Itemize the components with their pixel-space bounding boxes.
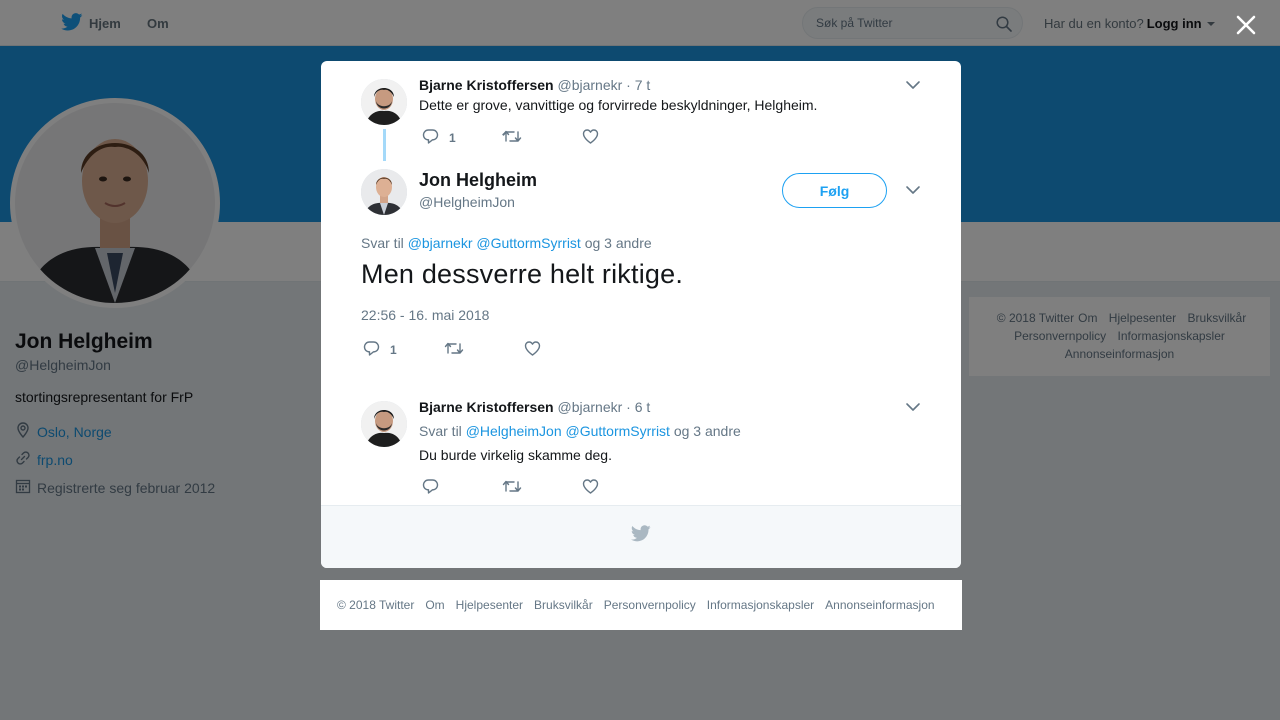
like-button[interactable] xyxy=(582,478,599,498)
footer-link-about[interactable]: Om xyxy=(425,598,444,612)
reply-button[interactable]: 1 xyxy=(363,340,444,360)
retweet-icon xyxy=(502,478,522,498)
footer-link-cookies[interactable]: Informasjonskapsler xyxy=(707,598,814,612)
retweet-icon xyxy=(444,340,464,360)
main-tweet-actions: 1 xyxy=(363,340,541,360)
parent-tweet-header: Bjarne Kristoffersen @bjarnekr · 7 t xyxy=(419,77,650,93)
reply-count: 1 xyxy=(449,131,456,145)
main-tweet-text: Men dessverre helt riktige. xyxy=(361,259,684,289)
reply-tweet-replying-to: Svar til @HelgheimJon @GuttormSyrrist og… xyxy=(419,423,741,439)
heart-icon xyxy=(524,340,541,360)
retweet-button[interactable] xyxy=(502,128,582,148)
modal-bottom-bar xyxy=(321,505,961,568)
parent-tweet-author-name[interactable]: Bjarne Kristoffersen xyxy=(419,77,554,93)
chevron-down-icon[interactable] xyxy=(905,182,921,198)
parent-tweet-time[interactable]: · 7 t xyxy=(626,77,650,93)
reply-mention-link[interactable]: @GuttormSyrrist xyxy=(566,423,670,439)
reply-count: 1 xyxy=(390,343,397,357)
footer-link-help[interactable]: Hjelpesenter xyxy=(456,598,523,612)
retweet-icon xyxy=(502,128,522,148)
reply-icon xyxy=(363,340,380,360)
reply-tweet-header: Bjarne Kristoffersen @bjarnekr · 6 t xyxy=(419,399,650,415)
footer-link-ads[interactable]: Annonseinformasjon xyxy=(825,598,934,612)
tweet-modal: Bjarne Kristoffersen @bjarnekr · 7 t Det… xyxy=(321,61,961,568)
reply-tweet-author-name[interactable]: Bjarne Kristoffersen xyxy=(419,399,554,415)
modal-footer: © 2018 Twitter Om Hjelpesenter Bruksvilk… xyxy=(320,580,962,630)
replying-prefix: Svar til xyxy=(419,423,462,439)
follow-button[interactable]: Følg xyxy=(782,173,887,208)
footer-link-privacy[interactable]: Personvernpolicy xyxy=(604,598,696,612)
main-tweet-timestamp[interactable]: 22:56 - 16. mai 2018 xyxy=(361,307,489,323)
chevron-down-icon[interactable] xyxy=(905,77,921,93)
replying-prefix: Svar til xyxy=(361,235,404,251)
reply-tweet-avatar[interactable] xyxy=(361,401,407,447)
parent-tweet-avatar[interactable] xyxy=(361,79,407,125)
parent-tweet-author-handle[interactable]: @bjarnekr xyxy=(557,77,622,93)
heart-icon xyxy=(582,128,599,148)
reply-mention-link[interactable]: @bjarnekr xyxy=(408,235,473,251)
reply-button[interactable]: 1 xyxy=(422,128,502,148)
close-icon[interactable] xyxy=(1233,12,1259,38)
reply-mention-link[interactable]: @GuttormSyrrist xyxy=(476,235,580,251)
reply-tweet-text: Du burde virkelig skamme deg. xyxy=(419,447,612,463)
reply-tweet-actions xyxy=(422,478,599,498)
reply-mention-link[interactable]: @HelgheimJon xyxy=(466,423,562,439)
reply-icon xyxy=(422,128,439,148)
parent-tweet-text: Dette er grove, vanvittige og forvirrede… xyxy=(419,97,818,113)
retweet-button[interactable] xyxy=(444,340,524,360)
reply-button[interactable] xyxy=(422,478,502,498)
retweet-button[interactable] xyxy=(502,478,582,498)
replying-others-link[interactable]: og 3 andre xyxy=(585,235,652,251)
replying-others-link[interactable]: og 3 andre xyxy=(674,423,741,439)
chevron-down-icon[interactable] xyxy=(905,399,921,415)
like-button[interactable] xyxy=(524,340,541,360)
thread-connector-line xyxy=(383,129,386,161)
parent-tweet-actions: 1 xyxy=(422,128,599,148)
reply-tweet-time[interactable]: · 6 t xyxy=(626,399,650,415)
reply-icon xyxy=(422,478,439,498)
footer-copyright: © 2018 Twitter xyxy=(337,598,415,612)
heart-icon xyxy=(582,478,599,498)
reply-tweet-author-handle[interactable]: @bjarnekr xyxy=(557,399,622,415)
main-tweet-author-name[interactable]: Jon Helgheim xyxy=(419,170,537,191)
footer-link-terms[interactable]: Bruksvilkår xyxy=(534,598,593,612)
main-tweet-replying-to: Svar til @bjarnekr @GuttormSyrrist og 3 … xyxy=(361,235,652,251)
like-button[interactable] xyxy=(582,128,599,148)
main-tweet-avatar[interactable] xyxy=(361,169,407,215)
main-tweet-author-handle[interactable]: @HelgheimJon xyxy=(419,194,515,210)
